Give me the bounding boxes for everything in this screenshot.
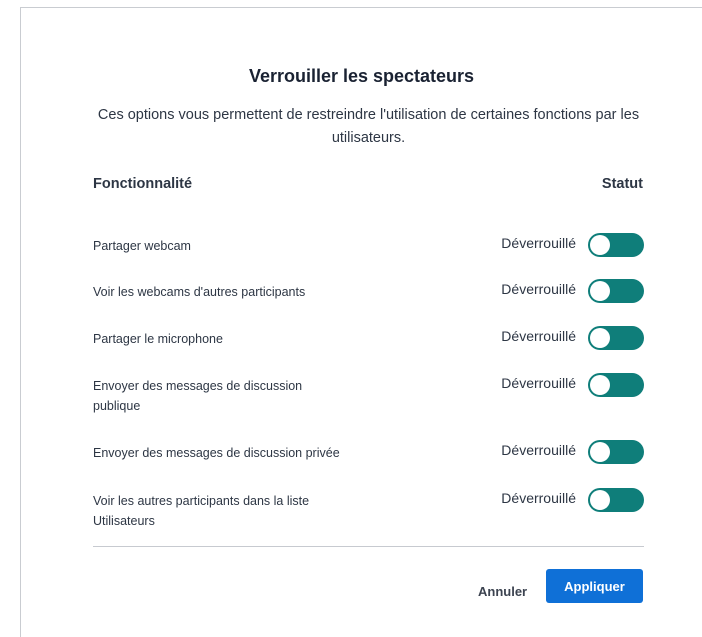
row-status: Déverrouillé [501,328,576,344]
cancel-button[interactable]: Annuler [470,574,535,608]
row-status: Déverrouillé [501,235,576,251]
toggle-knob [590,281,610,301]
toggle-knob [590,375,610,395]
toggle-see-user-list[interactable] [588,488,644,512]
row-status: Déverrouillé [501,490,576,506]
status-column-header: Statut [601,176,643,192]
row-status: Déverrouillé [501,375,576,391]
row-label: Voir les autres participants dans la lis… [93,494,310,528]
footer-divider [93,546,644,547]
toggle-knob [590,442,610,462]
toggle-see-other-webcams[interactable] [588,279,644,303]
row-label: Envoyer des messages de discussion publi… [93,379,303,413]
toggle-knob [590,490,610,510]
toggle-share-webcam[interactable] [588,233,644,257]
row-status: Déverrouillé [501,281,576,297]
toggle-share-microphone[interactable] [588,326,644,350]
modal-title: Verrouiller les spectateurs [248,66,475,86]
row-label: Envoyer des messages de discussion privé… [93,446,340,460]
row-label: Partager webcam [93,239,191,253]
toggle-knob [590,235,610,255]
feature-column-header: Fonctionnalité [93,176,193,192]
lock-viewers-modal: Verrouiller les spectateurs Ces options … [21,8,702,637]
toggle-public-chat[interactable] [588,373,644,397]
modal-description: Ces options vous permettent de restreind… [97,107,640,146]
page-frame: Verrouiller les spectateurs Ces options … [0,0,702,637]
toggle-knob [590,328,610,348]
row-label: Partager le microphone [93,332,223,346]
apply-button[interactable]: Appliquer [546,569,643,603]
row-label: Voir les webcams d'autres participants [93,285,306,299]
row-status: Déverrouillé [501,442,576,458]
toggle-private-chat[interactable] [588,440,644,464]
